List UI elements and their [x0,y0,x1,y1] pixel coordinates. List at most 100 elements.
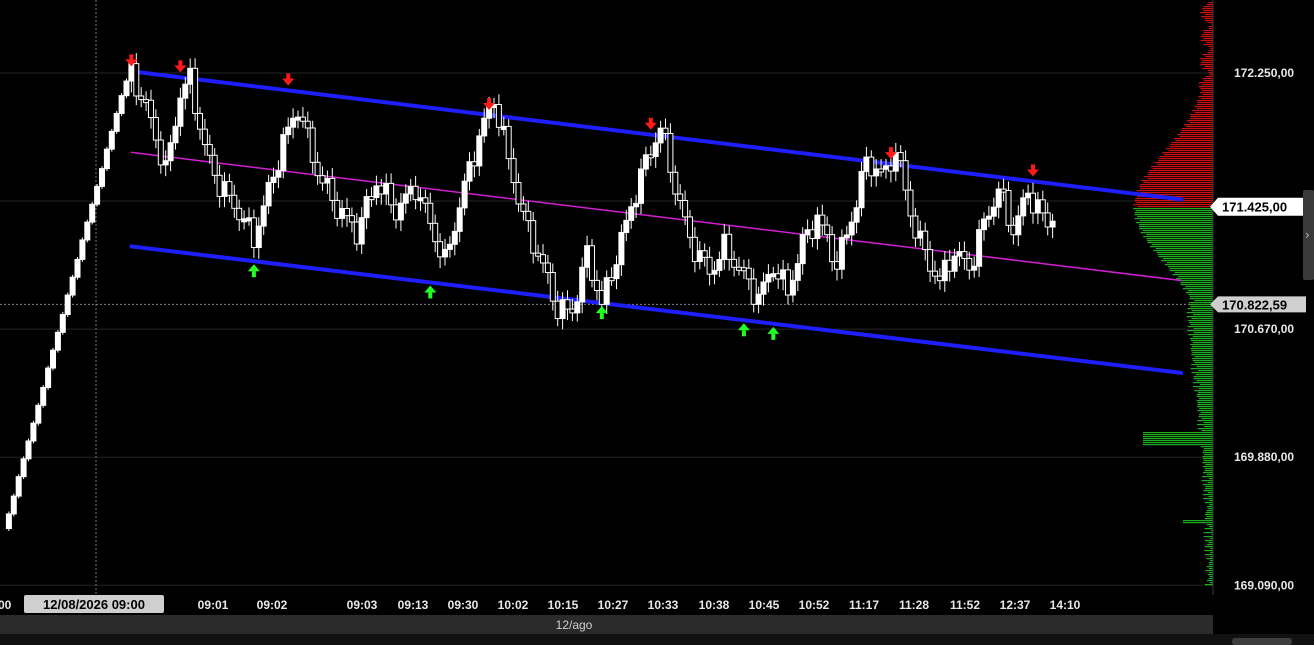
profile-bar [1204,528,1213,530]
candle-body [152,117,159,141]
candle-body [701,250,708,258]
profile-bar [1205,464,1213,466]
profile-bar [1190,340,1213,342]
candle-body [45,367,52,388]
profile-bar [1199,408,1213,410]
profile-bar [1190,114,1213,116]
profile-bar [1169,270,1213,272]
candle-body [799,234,806,265]
candle-body [15,476,22,497]
profile-bar [1206,524,1213,526]
candle-body [270,176,277,184]
candle-body [995,188,1002,208]
candle-body [167,142,174,162]
candle-body [456,207,463,232]
profile-bar [1202,462,1213,464]
candle-body [461,180,468,209]
scrollbar-thumb[interactable] [1232,638,1292,645]
candle-body [197,112,203,130]
profile-bar [1180,132,1213,134]
profile-bar [1134,218,1213,220]
session-bar[interactable] [0,615,1213,634]
candle-body [348,215,355,223]
price-tick-label: 170.670,00 [1234,322,1294,336]
candle-body [353,221,360,245]
profile-bar [1189,304,1213,306]
candle-body [241,218,248,223]
profile-bar [1187,308,1213,310]
candle-body [657,127,664,144]
candle-body [143,99,150,104]
profile-bar [1192,358,1213,360]
candle-body [236,207,243,221]
profile-bar [1190,368,1213,370]
profile-bar [1142,230,1213,232]
candle-body [216,174,223,197]
candle-body [941,259,948,282]
profile-bar [1200,64,1213,66]
profile-bar [1201,98,1213,100]
profile-bar [1196,366,1213,368]
profile-bar [1143,432,1213,434]
time-tick-label: 10:15 [548,598,579,612]
profile-bar [1197,102,1213,104]
profile-bar [1206,516,1213,518]
profile-bar [1147,242,1213,244]
time-tick-label: 09:30 [448,598,479,612]
profile-bar [1143,442,1213,444]
candle-body [540,254,546,264]
profile-bar [1185,126,1213,128]
horizontal-scrollbar[interactable] [0,634,1314,645]
profile-bar [1203,460,1213,462]
profile-bar [1187,330,1213,332]
profile-bar [1186,312,1213,314]
chevron-right-icon[interactable]: › [1305,228,1310,242]
candle-body [696,250,703,263]
candle-body [780,269,787,280]
profile-bar [1200,36,1213,38]
profile-bar [1208,26,1213,28]
candle-body [466,161,473,182]
candle-body [819,214,826,226]
chart-svg[interactable]: 172.250,00 170.670,00 169.880,00 169.090,00… [0,0,1314,645]
candle-body [878,168,885,173]
candle-body [897,152,904,162]
candle-body [393,204,399,221]
candle-body [1044,212,1051,228]
candle-body [985,215,992,220]
price-chart[interactable]: 172.250,00 170.670,00 169.880,00 169.090,00… [0,0,1314,645]
candle-body [265,182,272,207]
candle-body [339,207,346,219]
profile-bar [1172,274,1213,276]
profile-bar [1208,496,1213,498]
crosshair-date-text: 12/08/2026 09:00 [43,597,145,612]
profile-bar [1175,140,1213,142]
candle-body [755,293,762,305]
candle-body [868,156,875,177]
candle-body [103,148,110,170]
candle-body [883,165,889,170]
candle-body [549,272,556,302]
profile-bar [1203,44,1213,46]
candle-body [1049,220,1056,228]
profile-bar [1204,518,1213,520]
profile-bar [1202,452,1213,454]
profile-bar [1191,350,1213,352]
candle-body [745,267,752,280]
candle-body [706,256,713,275]
profile-bar [1190,344,1213,346]
profile-bar [1153,250,1213,252]
profile-bar [1204,554,1213,556]
candle-body [74,258,81,278]
candle-body [250,217,257,249]
candle-body [838,236,845,270]
profile-bar [1169,146,1213,148]
candle-body [177,97,184,127]
profile-bar [1205,468,1213,470]
support-arrow-shaft [741,330,746,337]
candle-body [535,252,542,257]
profile-bar [1199,92,1213,94]
profile-bar [1196,394,1213,396]
profile-bar [1141,180,1213,182]
candle-body [672,171,679,195]
